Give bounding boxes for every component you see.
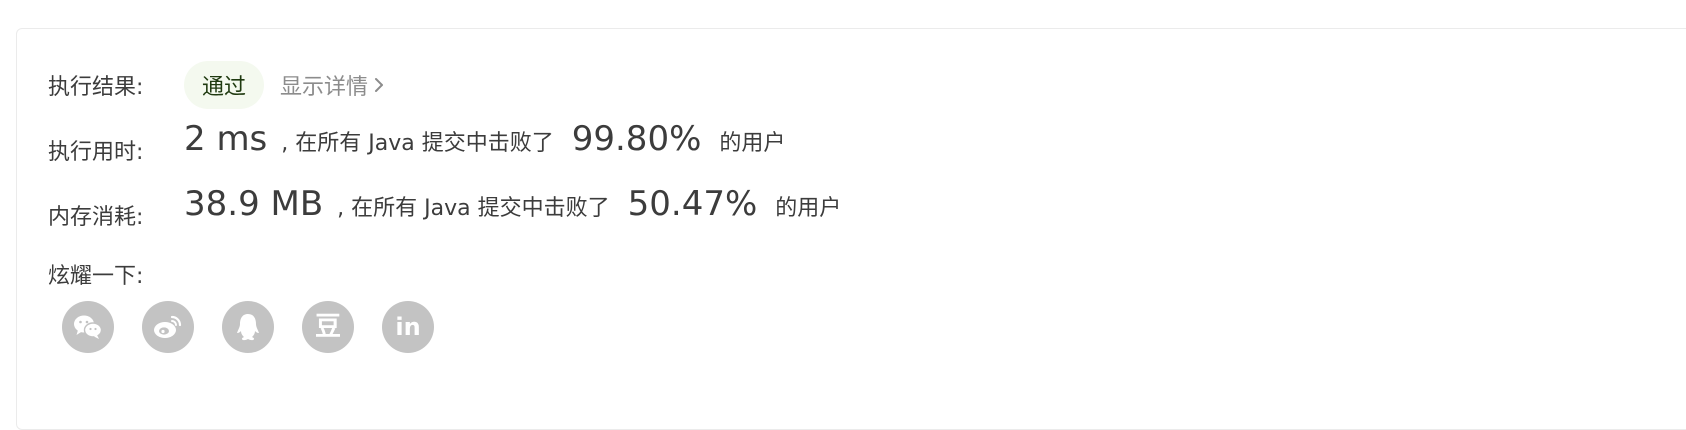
douban-icon: 豆	[314, 312, 341, 342]
runtime-value: 2 ms	[184, 119, 268, 159]
share-label: 炫耀一下:	[48, 264, 144, 289]
runtime-label: 执行用时:	[48, 140, 144, 165]
qq-icon	[235, 312, 261, 342]
result-label: 执行结果:	[48, 75, 144, 100]
status-badge: 通过	[184, 61, 264, 109]
memory-mid-text: , 在所有 Java 提交中击败了	[337, 196, 610, 221]
share-douban-button[interactable]: 豆	[302, 301, 354, 353]
share-qq-button[interactable]	[222, 301, 274, 353]
memory-label: 内存消耗:	[48, 205, 144, 230]
memory-percent: 50.47%	[627, 184, 758, 224]
runtime-stat: 2 ms , 在所有 Java 提交中击败了 99.80% 的用户	[184, 119, 785, 159]
weibo-icon	[152, 314, 184, 340]
show-details-label: 显示详情	[280, 75, 369, 100]
wechat-icon	[73, 314, 103, 340]
memory-stat: 38.9 MB , 在所有 Java 提交中击败了 50.47% 的用户	[184, 184, 841, 224]
show-details-link[interactable]: 显示详情	[280, 69, 384, 101]
status-text: 通过	[201, 75, 246, 100]
runtime-mid-text: , 在所有 Java 提交中击败了	[281, 131, 554, 156]
share-wechat-button[interactable]	[62, 301, 114, 353]
linkedin-icon: in	[395, 313, 421, 341]
submission-result-card	[16, 28, 1686, 430]
memory-value: 38.9 MB	[184, 184, 324, 224]
memory-suffix: 的用户	[775, 196, 842, 221]
runtime-suffix: 的用户	[719, 131, 786, 156]
runtime-percent: 99.80%	[571, 119, 702, 159]
share-weibo-button[interactable]	[142, 301, 194, 353]
share-linkedin-button[interactable]: in	[382, 301, 434, 353]
chevron-right-icon	[374, 77, 384, 93]
